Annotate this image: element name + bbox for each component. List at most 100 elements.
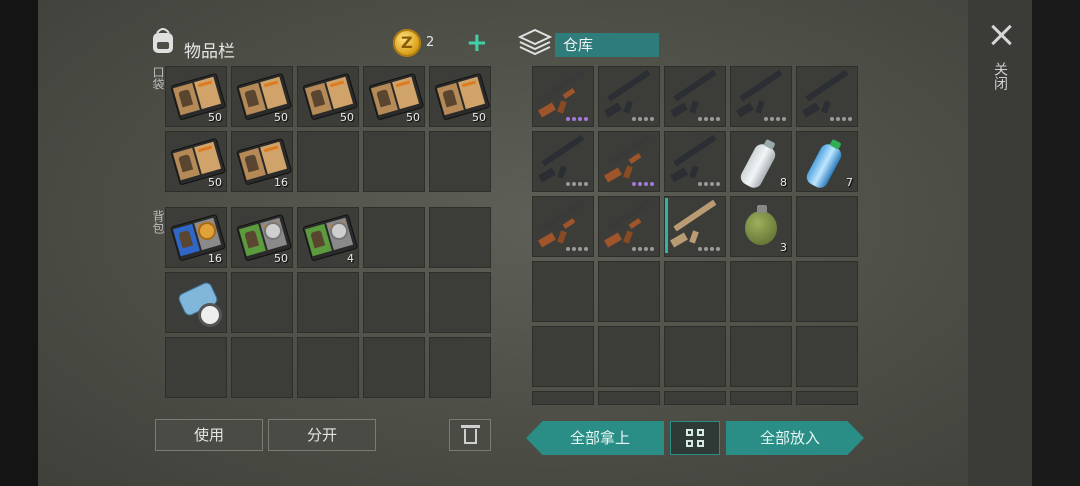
quality-dots <box>698 117 720 121</box>
inventory-slot[interactable] <box>429 272 491 333</box>
quality-dots <box>566 117 588 121</box>
inventory-slot[interactable]: 50 <box>231 207 293 268</box>
inventory-slot[interactable] <box>532 196 594 257</box>
quality-dots <box>632 117 654 121</box>
inventory-slot[interactable] <box>796 66 858 127</box>
add-coins-button[interactable]: + <box>466 30 488 56</box>
inventory-slot[interactable] <box>297 131 359 192</box>
rifle-icon <box>735 69 789 118</box>
inventory-slot[interactable]: 7 <box>796 131 858 192</box>
inventory-slot[interactable] <box>598 196 660 257</box>
item-quantity: 16 <box>274 176 288 189</box>
inventory-slot[interactable]: 50 <box>429 66 491 127</box>
inventory-slot[interactable] <box>598 391 660 405</box>
ak-rifle-icon <box>603 134 657 183</box>
inventory-slot[interactable] <box>231 337 293 398</box>
inventory-slot[interactable] <box>429 207 491 268</box>
item-quantity: 50 <box>274 252 288 265</box>
take-all-button[interactable]: 全部拿上 <box>526 421 664 455</box>
inventory-slot[interactable] <box>363 272 425 333</box>
inventory-slot[interactable] <box>796 261 858 322</box>
inventory-slot[interactable] <box>730 326 792 387</box>
close-label[interactable]: 关闭 <box>990 62 1010 90</box>
water-bottle-icon <box>737 138 779 191</box>
quality-dots <box>830 117 852 121</box>
warehouse-icon <box>518 28 552 56</box>
inventory-slot[interactable] <box>363 131 425 192</box>
rifle-icon <box>603 69 657 118</box>
inventory-slot[interactable] <box>297 272 359 333</box>
quality-dots <box>632 247 654 251</box>
quality-dots <box>698 247 720 251</box>
inventory-slot[interactable] <box>363 207 425 268</box>
inventory-slot[interactable] <box>363 337 425 398</box>
inventory-slot[interactable] <box>664 391 726 405</box>
inventory-slot[interactable]: 50 <box>297 66 359 127</box>
rifle-icon <box>669 134 723 183</box>
item-quantity: 8 <box>780 176 787 189</box>
close-icon[interactable] <box>988 22 1014 48</box>
inventory-slot[interactable] <box>598 131 660 192</box>
quality-dots <box>698 182 720 186</box>
trash-icon[interactable] <box>449 419 491 451</box>
split-button[interactable]: 分开 <box>268 419 376 451</box>
inventory-slot[interactable] <box>532 326 594 387</box>
put-all-button[interactable]: 全部放入 <box>726 421 864 455</box>
inventory-slot[interactable] <box>231 272 293 333</box>
inventory-slot[interactable] <box>664 196 726 257</box>
rifle-icon <box>537 134 591 183</box>
inventory-slot[interactable]: 3 <box>730 196 792 257</box>
inventory-slot[interactable]: 4 <box>297 207 359 268</box>
rifle-icon <box>801 69 855 118</box>
inventory-slot[interactable] <box>297 337 359 398</box>
blue-water-bottle-icon <box>803 138 845 191</box>
item-quantity: 50 <box>340 111 354 124</box>
inventory-slot[interactable]: 16 <box>231 131 293 192</box>
warehouse-name-field[interactable]: 仓库 <box>555 33 659 57</box>
tan-rifle-icon <box>669 199 723 248</box>
ak-rifle-icon <box>603 199 657 248</box>
inventory-slot[interactable] <box>429 131 491 192</box>
inventory-slot[interactable]: 16 <box>165 207 227 268</box>
ak-rifle-icon <box>537 199 591 248</box>
item-quantity: 50 <box>274 111 288 124</box>
inventory-slot[interactable]: 50 <box>165 131 227 192</box>
inventory-slot[interactable] <box>796 326 858 387</box>
quality-dots <box>632 182 654 186</box>
inventory-slot[interactable]: 50 <box>165 66 227 127</box>
map-icon <box>176 280 222 327</box>
item-quantity: 50 <box>208 176 222 189</box>
inventory-slot[interactable]: 50 <box>363 66 425 127</box>
inventory-slot[interactable] <box>598 66 660 127</box>
inventory-slot[interactable] <box>730 391 792 405</box>
inventory-slot[interactable] <box>532 391 594 405</box>
inventory-slot[interactable] <box>664 326 726 387</box>
inventory-slot[interactable] <box>165 337 227 398</box>
inventory-slot[interactable] <box>664 131 726 192</box>
use-button[interactable]: 使用 <box>155 419 263 451</box>
ak-rifle-icon <box>537 69 591 118</box>
inventory-slot[interactable] <box>532 66 594 127</box>
inventory-slot[interactable] <box>598 261 660 322</box>
inventory-slot[interactable] <box>664 261 726 322</box>
sort-grid-icon[interactable] <box>670 421 720 455</box>
inventory-slot[interactable] <box>532 131 594 192</box>
inventory-slot[interactable] <box>796 196 858 257</box>
selection-indicator <box>665 198 668 253</box>
item-quantity: 16 <box>208 252 222 265</box>
item-quantity: 50 <box>208 111 222 124</box>
item-quantity: 7 <box>846 176 853 189</box>
inventory-slot[interactable]: 50 <box>231 66 293 127</box>
inventory-slot[interactable] <box>598 326 660 387</box>
inventory-slot[interactable] <box>532 261 594 322</box>
inventory-slot[interactable] <box>730 261 792 322</box>
inventory-slot[interactable]: 8 <box>730 131 792 192</box>
inventory-slot[interactable] <box>664 66 726 127</box>
inventory-slot[interactable] <box>730 66 792 127</box>
inventory-slot[interactable] <box>796 391 858 405</box>
backpack-icon <box>153 28 173 53</box>
inventory-slot[interactable] <box>165 272 227 333</box>
inventory-slot[interactable] <box>429 337 491 398</box>
rifle-icon <box>669 69 723 118</box>
quality-dots <box>566 247 588 251</box>
